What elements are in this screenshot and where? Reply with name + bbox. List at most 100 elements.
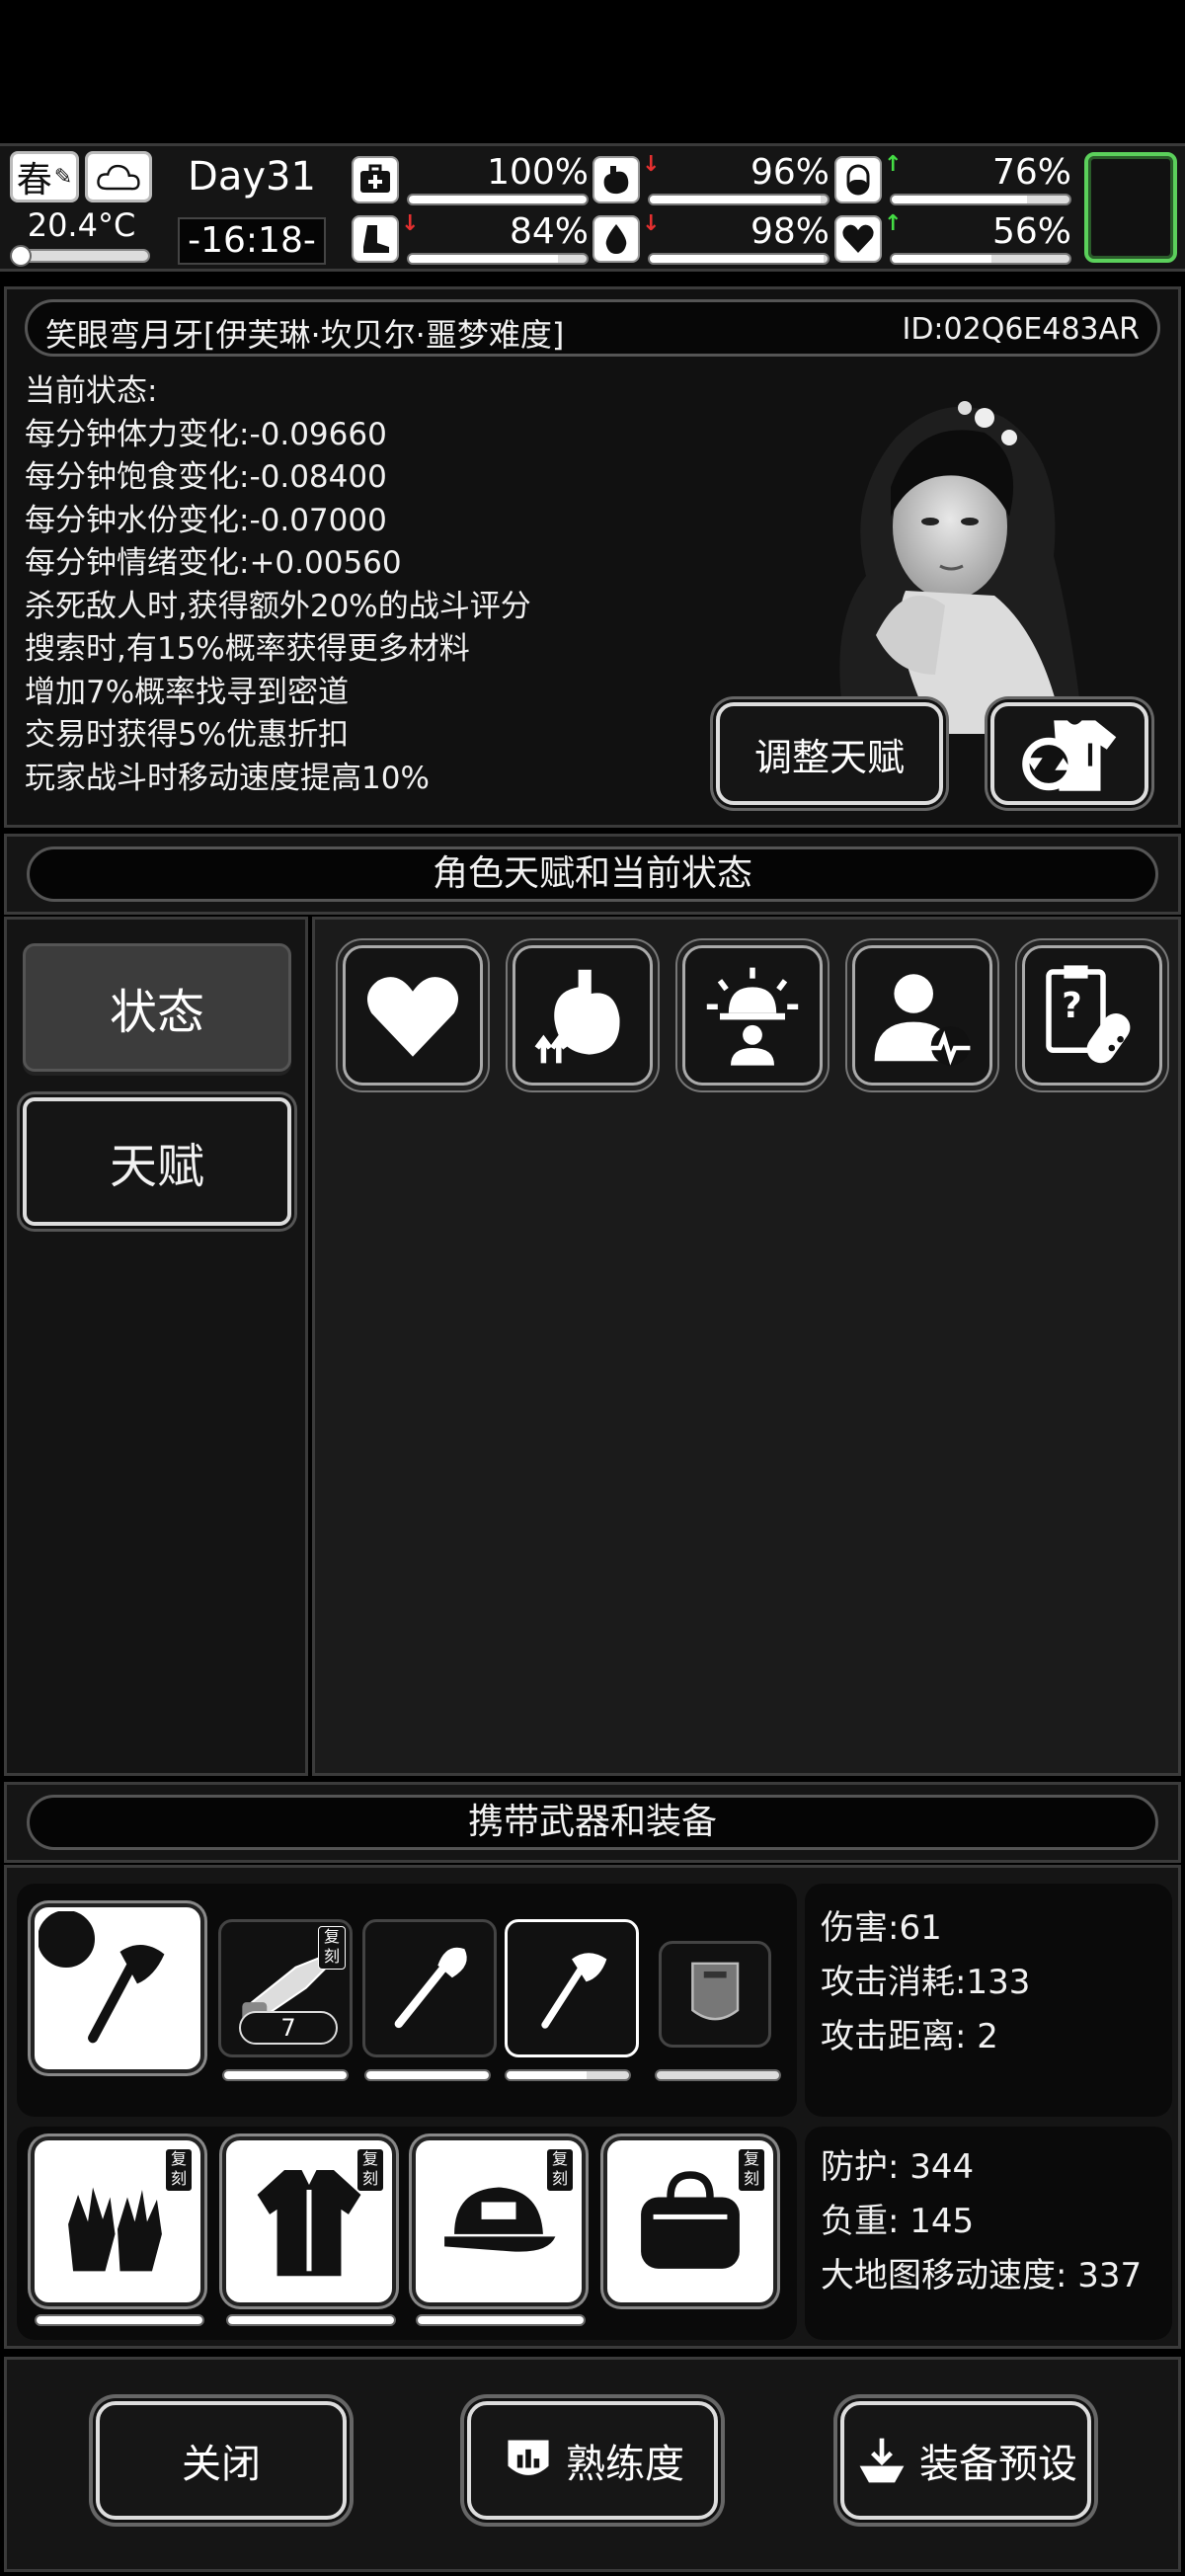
- replica-badge: 复刻: [356, 2148, 384, 2192]
- swing-skill-icon: [39, 1911, 98, 1971]
- character-namebar: 笑眼弯月牙[伊芙琳·坎贝尔·噩梦难度] ID:02Q6E483AR: [25, 299, 1160, 357]
- durability-bar: [416, 2314, 586, 2326]
- temperature-readout: 20.4°C: [27, 206, 136, 244]
- proficiency-button[interactable]: 熟练度: [467, 2401, 718, 2520]
- player-id: ID:02Q6E483AR: [902, 312, 1140, 347]
- status-line: 杀死敌人时,获得额外20%的战斗评分: [25, 588, 531, 624]
- weapon-slot-shovel[interactable]: [362, 1919, 497, 2057]
- protection-stat: 防护: 344: [821, 2147, 975, 2187]
- status-line: 玩家战斗时移动速度提高10%: [25, 760, 430, 796]
- status-line: 每分钟饱食变化:-0.08400: [25, 459, 387, 495]
- tab-talent[interactable]: 天赋: [23, 1097, 291, 1226]
- stat-mood: ↑ 56%: [834, 211, 1071, 267]
- replica-badge: 复刻: [165, 2148, 193, 2192]
- jacket-slot[interactable]: 复刻: [226, 2140, 392, 2302]
- stat-stamina: ↓ 84%: [352, 211, 589, 267]
- gear-stats-panel: 防护: 344 负重: 145 大地图移动速度: 337: [805, 2127, 1172, 2340]
- status-hud: 春 ✎ 20.4°C Day31 -16:18- 100% ↓ 96% ↑ 76…: [0, 143, 1185, 272]
- change-outfit-button[interactable]: [990, 702, 1148, 805]
- temperature-bar: [10, 245, 150, 267]
- preset-download-icon: [859, 2438, 905, 2483]
- water-drop-icon: [592, 215, 640, 263]
- day-counter: Day31: [188, 154, 316, 200]
- cloudy-weather-icon: [85, 151, 152, 202]
- status-icon-grid: ?: [312, 917, 1181, 1776]
- clock: -16:18-: [178, 217, 326, 265]
- pill-icon: [834, 156, 882, 203]
- stat-hydration: ↓ 98%: [592, 211, 830, 267]
- arrow-up-icon: ↑: [884, 211, 903, 236]
- boot-icon: [352, 215, 399, 263]
- stat-satiety: ↓ 96%: [592, 152, 830, 207]
- stomach-icon: [592, 156, 640, 203]
- durability-bar: [222, 2069, 349, 2081]
- arrow-down-icon: ↓: [401, 211, 420, 236]
- season-label: 春: [16, 160, 52, 201]
- replica-badge: 复刻: [546, 2148, 574, 2192]
- main-weapon-slot[interactable]: [35, 1907, 200, 2069]
- shield-slot[interactable]: [659, 1941, 771, 2048]
- status-line: 每分钟体力变化:-0.09660: [25, 416, 387, 452]
- riot-shield-icon: [690, 1962, 740, 2021]
- duffel-bag-icon: [641, 2170, 740, 2269]
- talent-section-header: 角色天赋和当前状态: [4, 834, 1181, 915]
- character-name: 笑眼弯月牙[伊芙琳·坎贝尔·噩梦难度]: [45, 316, 565, 354]
- status-line: 每分钟水份变化:-0.07000: [25, 502, 387, 538]
- equipment-preset-button[interactable]: 装备预设: [840, 2401, 1091, 2520]
- axe-icon: [541, 1953, 607, 2030]
- replica-badge: 复刻: [318, 1926, 346, 1970]
- weapon-stats: 伤害:61 攻击消耗:133 攻击距离: 2: [821, 1901, 1030, 2064]
- quick-slot[interactable]: [1084, 152, 1177, 263]
- person-heartbeat-icon[interactable]: [852, 945, 992, 1086]
- medkit-icon: [352, 156, 399, 203]
- section-title: 携带武器和装备: [27, 1795, 1158, 1850]
- stat-health: 100%: [352, 152, 589, 207]
- durability-bar: [35, 2314, 204, 2326]
- attack-range-stat: 攻击距离: 2: [821, 2017, 998, 2056]
- stomach-boost-icon[interactable]: [513, 945, 653, 1086]
- medical-report-icon[interactable]: ?: [1022, 945, 1162, 1086]
- replica-badge: 复刻: [738, 2148, 765, 2192]
- stat-energy: ↑ 76%: [834, 152, 1071, 207]
- character-panel: 笑眼弯月牙[伊芙琳·坎贝尔·噩梦难度] ID:02Q6E483AR 当前状态: …: [4, 286, 1181, 828]
- ammo-count: 7: [239, 2011, 338, 2045]
- arrow-down-icon: ↓: [642, 152, 661, 177]
- map-speed-stat: 大地图移动速度: 337: [821, 2256, 1143, 2295]
- jacket-icon: [257, 2169, 361, 2276]
- tab-status[interactable]: 状态: [23, 943, 291, 1072]
- season-indicator: 春 ✎: [10, 151, 79, 202]
- adjust-talent-button[interactable]: 调整天赋: [716, 702, 943, 805]
- gloves-slot[interactable]: 复刻: [35, 2140, 200, 2302]
- status-title: 当前状态:: [25, 373, 158, 409]
- weapon-slot-axe[interactable]: [505, 1919, 639, 2057]
- arrow-up-icon: ↑: [884, 152, 903, 177]
- shovel-icon: [394, 1948, 467, 2029]
- heart-icon: [834, 215, 882, 263]
- close-button[interactable]: 关闭: [96, 2401, 347, 2520]
- status-line: 搜索时,有15%概率获得更多材料: [25, 631, 470, 667]
- weapon-stats-panel: 伤害:61 攻击消耗:133 攻击距离: 2: [805, 1884, 1172, 2117]
- alarm-person-icon[interactable]: [682, 945, 823, 1086]
- preset-label: 装备预设: [919, 2442, 1077, 2487]
- status-effects-list: 当前状态: 每分钟体力变化:-0.09660 每分钟饱食变化:-0.08400 …: [25, 370, 531, 800]
- section-title: 角色天赋和当前状态: [27, 846, 1158, 902]
- bottom-action-bar: 关闭 熟练度 装备预设: [4, 2357, 1181, 2572]
- proficiency-label: 熟练度: [566, 2442, 684, 2487]
- bag-slot[interactable]: 复刻: [607, 2140, 773, 2302]
- heart-icon[interactable]: [343, 945, 483, 1086]
- weapon-slot-gun[interactable]: 复刻 7: [218, 1919, 353, 2057]
- status-line: 每分钟情绪变化:+0.00560: [25, 545, 402, 581]
- durability-bar: [505, 2069, 631, 2081]
- close-label: 关闭: [182, 2442, 261, 2487]
- talent-tabs: 状态 天赋: [4, 917, 308, 1776]
- character-portrait: [839, 401, 1083, 734]
- arrow-down-icon: ↓: [642, 211, 661, 236]
- status-line: 交易时获得5%优惠折扣: [25, 717, 350, 753]
- hat-slot[interactable]: 复刻: [416, 2140, 582, 2302]
- attack-cost-stat: 攻击消耗:133: [821, 1963, 1031, 2002]
- gear-stats: 防护: 344 负重: 145 大地图移动速度: 337: [821, 2140, 1142, 2303]
- durability-bar: [226, 2314, 396, 2326]
- feather-icon: ✎: [53, 164, 73, 190]
- proficiency-badge-icon: [508, 2440, 549, 2475]
- thermometer-icon: [10, 245, 32, 267]
